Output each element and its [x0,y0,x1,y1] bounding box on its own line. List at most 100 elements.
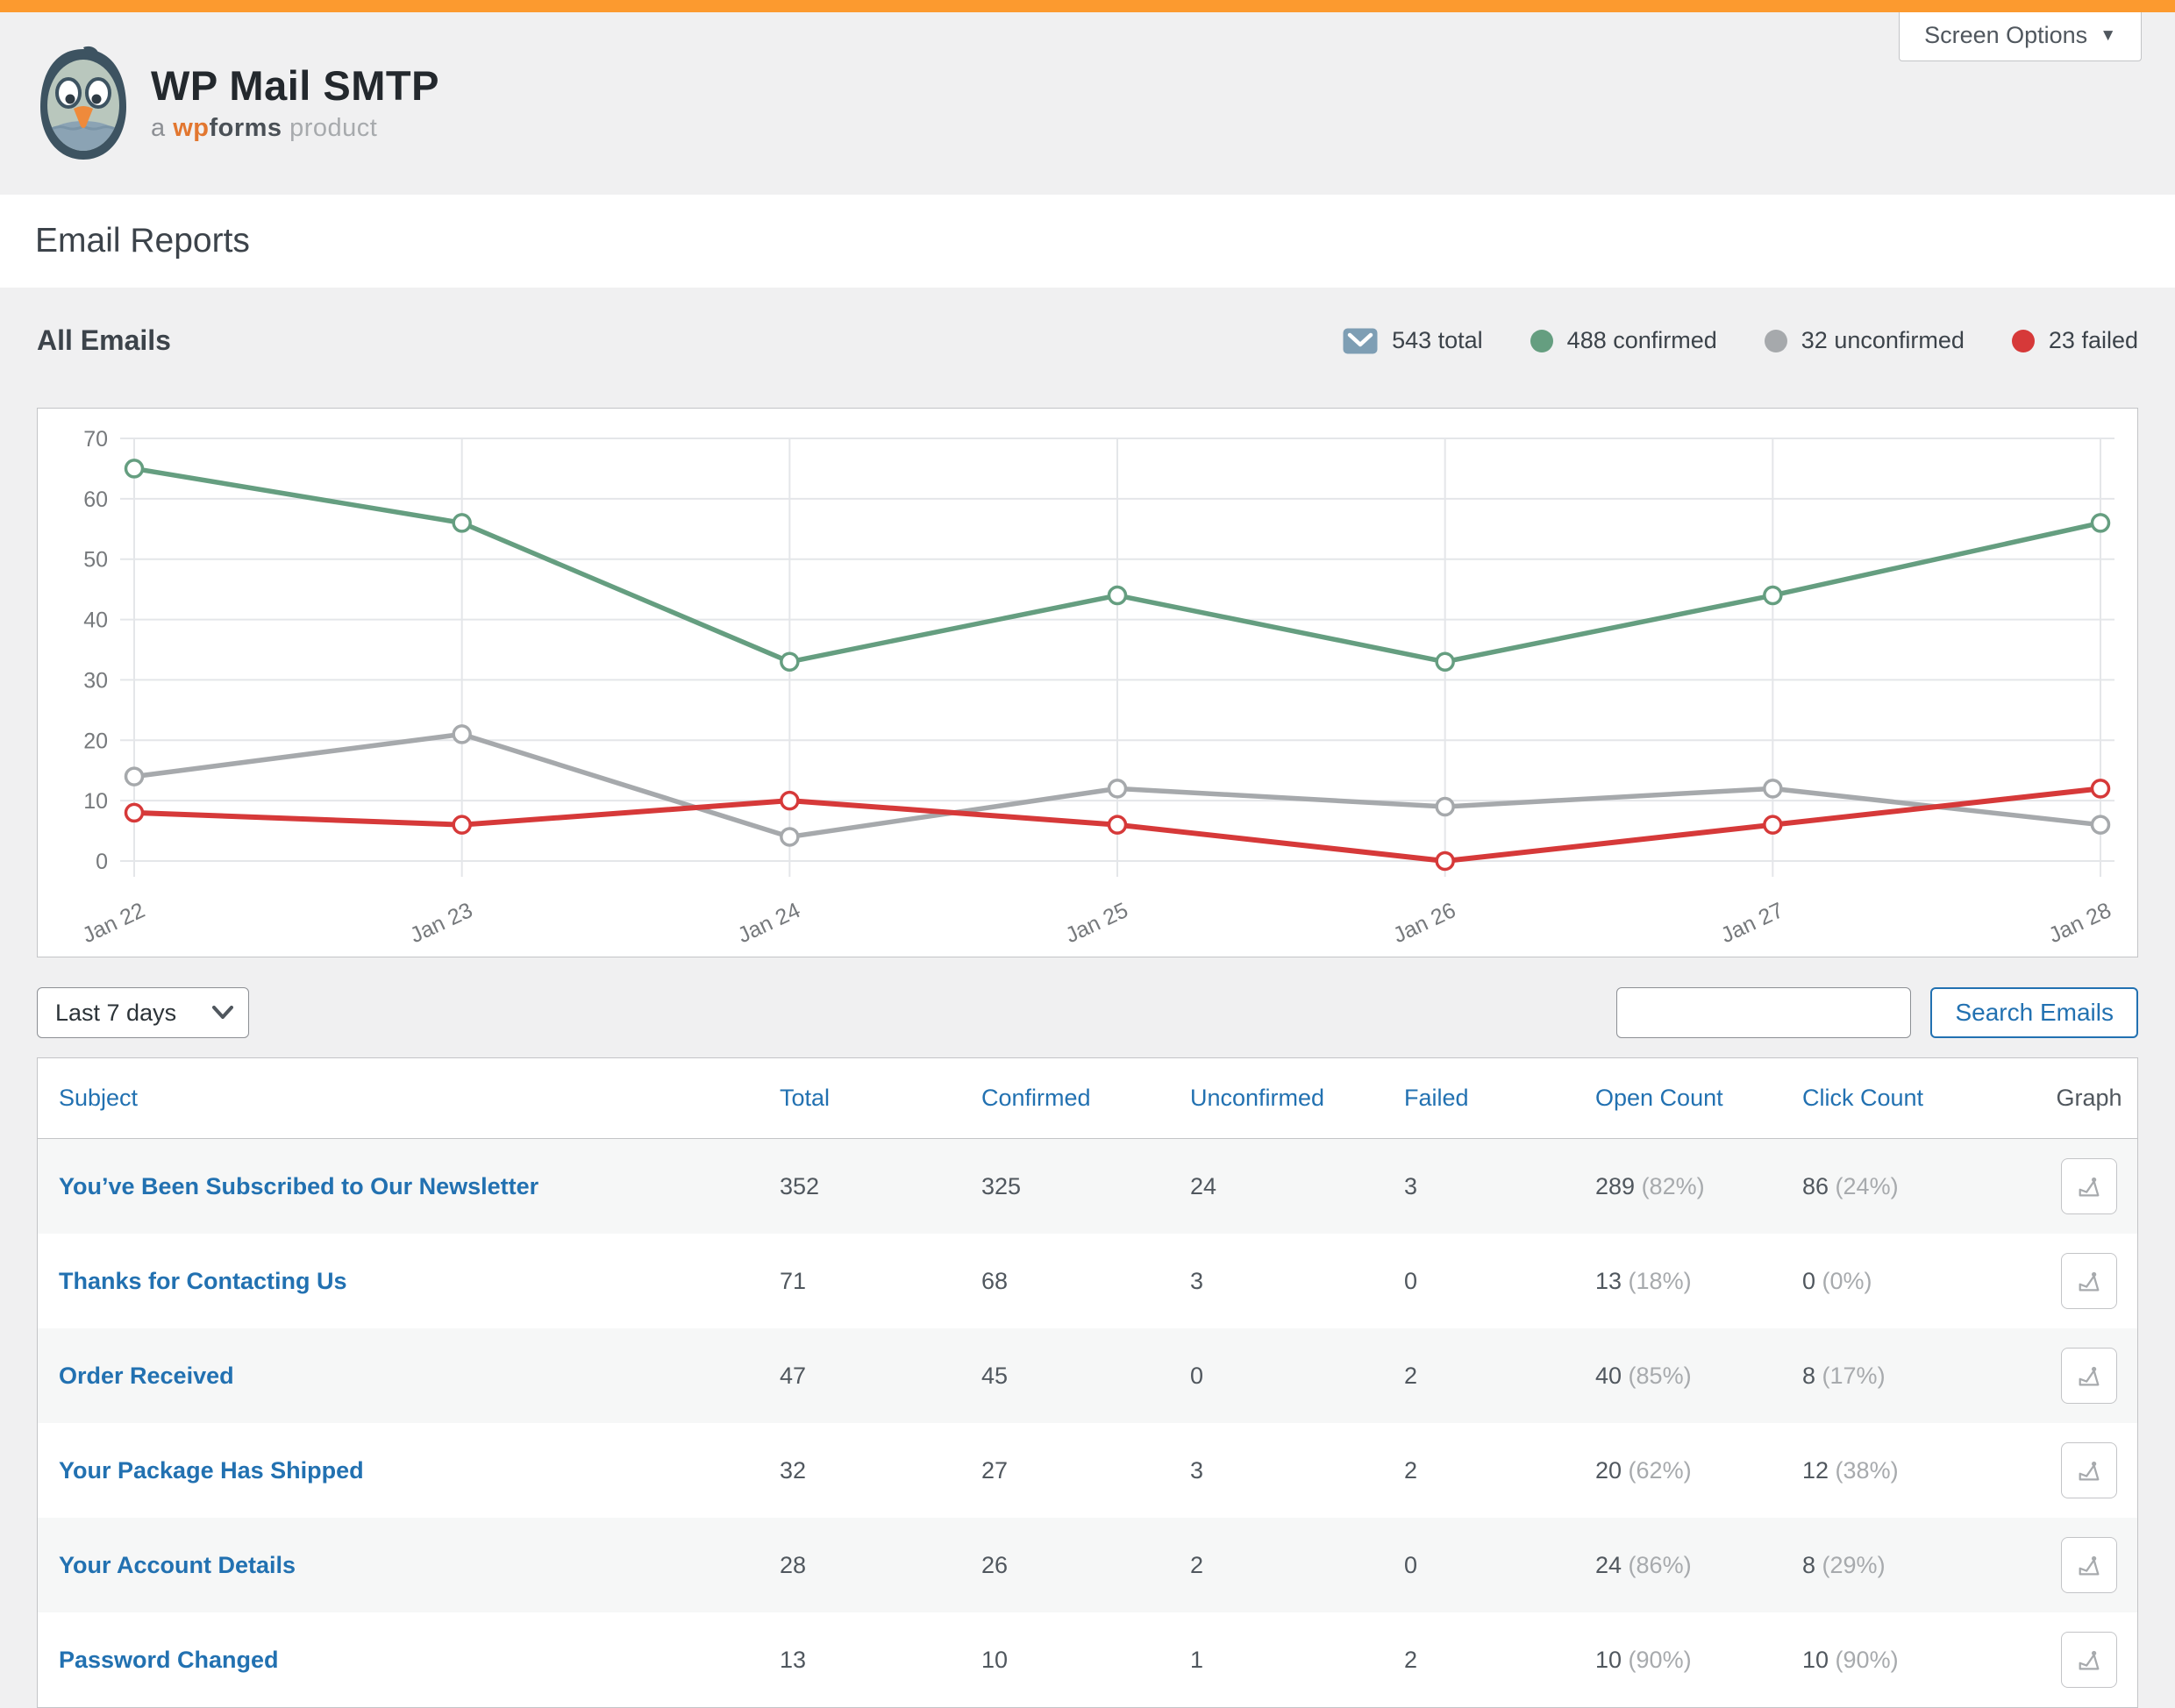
confirmed-dot-icon [1530,330,1553,352]
data-point-failed [781,793,798,809]
cell-subject: Password Changed [38,1647,780,1674]
email-subject-link[interactable]: Your Account Details [59,1552,296,1578]
cell-click-count: 12 (38%) [1802,1457,2041,1484]
open-count-value: 13 [1595,1268,1622,1294]
click-count-value: 12 [1802,1457,1829,1484]
failed-dot-icon [2012,330,2035,352]
click-count-value: 8 [1802,1552,1815,1578]
click-count-percent: (0%) [1815,1268,1872,1294]
cell-open-count: 20 (62%) [1595,1457,1802,1484]
open-count-value: 20 [1595,1457,1622,1484]
click-count-value: 10 [1802,1647,1829,1673]
date-range-select[interactable]: Last 7 days [37,987,249,1038]
svg-text:10: 10 [83,789,108,814]
emails-line-chart: 010203040506070Jan 22Jan 23Jan 24Jan 25J… [38,409,2137,957]
cell-click-count: 8 (17%) [1802,1363,2041,1390]
cell-failed: 2 [1404,1647,1595,1674]
data-point-failed [453,816,470,833]
svg-text:Jan 27: Jan 27 [1717,898,1787,948]
click-count-percent: (24%) [1829,1173,1899,1199]
mini-chart-icon [2076,1363,2102,1389]
svg-text:Jan 23: Jan 23 [406,898,476,948]
graph-button[interactable] [2061,1442,2117,1498]
page-title-band: Email Reports [0,195,2175,288]
column-header-total[interactable]: Total [780,1085,981,1112]
app-header: WP Mail SMTP a wpforms product [0,12,2175,195]
open-count-percent: (90%) [1622,1647,1692,1673]
click-count-value: 8 [1802,1363,1815,1389]
open-count-percent: (18%) [1622,1268,1692,1294]
email-subject-link[interactable]: Your Package Has Shipped [59,1457,364,1484]
cell-graph [2041,1158,2137,1214]
controls-row: Last 7 days Search Emails [37,987,2138,1038]
data-point-unconfirmed [1109,780,1126,797]
data-point-failed [1437,853,1453,870]
data-point-confirmed [781,653,798,670]
column-header-subject[interactable]: Subject [38,1085,780,1112]
table-header-row: SubjectTotalConfirmedUnconfirmedFailedOp… [38,1058,2137,1139]
data-point-unconfirmed [126,768,143,785]
cell-failed: 2 [1404,1363,1595,1390]
date-range-select-wrap: Last 7 days [37,987,249,1038]
click-count-percent: (17%) [1815,1363,1886,1389]
unconfirmed-dot-icon [1765,330,1787,352]
svg-text:50: 50 [83,548,108,573]
column-header-open[interactable]: Open Count [1595,1085,1802,1112]
cell-confirmed: 27 [981,1457,1190,1484]
svg-text:20: 20 [83,729,108,753]
svg-text:40: 40 [83,608,108,633]
page-title: Email Reports [35,222,250,260]
graph-button[interactable] [2061,1253,2117,1309]
cell-unconfirmed: 24 [1190,1173,1404,1200]
email-subject-link[interactable]: Password Changed [59,1647,279,1673]
cell-failed: 0 [1404,1268,1595,1295]
data-point-unconfirmed [2093,816,2109,833]
cell-confirmed: 325 [981,1173,1190,1200]
search-emails-button[interactable]: Search Emails [1930,987,2138,1038]
cell-open-count: 13 (18%) [1595,1268,1802,1295]
cell-subject: You’ve Been Subscribed to Our Newsletter [38,1173,780,1200]
graph-button[interactable] [2061,1632,2117,1688]
cell-click-count: 86 (24%) [1802,1173,2041,1200]
cell-unconfirmed: 3 [1190,1457,1404,1484]
tagline-prefix: a [151,114,166,142]
tagline-suffix: product [289,114,377,142]
column-header-confirmed[interactable]: Confirmed [981,1085,1190,1112]
legend-item: 32 unconfirmed [1765,327,1965,354]
email-subject-link[interactable]: Order Received [59,1363,234,1389]
cell-graph [2041,1442,2137,1498]
email-subject-link[interactable]: You’ve Been Subscribed to Our Newsletter [59,1173,538,1199]
search-group: Search Emails [1616,987,2138,1038]
column-header-unconfirmed[interactable]: Unconfirmed [1190,1085,1404,1112]
data-point-unconfirmed [453,726,470,743]
search-input[interactable] [1616,987,1911,1038]
svg-text:Jan 26: Jan 26 [1389,898,1459,948]
cell-graph [2041,1348,2137,1404]
cell-click-count: 8 (29%) [1802,1552,2041,1579]
open-count-value: 40 [1595,1363,1622,1389]
table-row: Your Account Details28262024 (86%)8 (29%… [38,1518,2137,1612]
cell-open-count: 10 (90%) [1595,1647,1802,1674]
graph-button[interactable] [2061,1158,2117,1214]
screen-options-button[interactable]: Screen Options ▼ [1899,12,2142,61]
cell-confirmed: 68 [981,1268,1190,1295]
mini-chart-icon [2076,1647,2102,1673]
cell-open-count: 289 (82%) [1595,1173,1802,1200]
svg-text:0: 0 [96,850,108,874]
app-tagline: a wpforms product [151,114,439,143]
column-header-failed[interactable]: Failed [1404,1085,1595,1112]
open-count-percent: (85%) [1622,1363,1692,1389]
cell-total: 352 [780,1173,981,1200]
cell-click-count: 10 (90%) [1802,1647,2041,1674]
column-header-click[interactable]: Click Count [1802,1085,2041,1112]
cell-subject: Your Package Has Shipped [38,1457,780,1484]
graph-button[interactable] [2061,1348,2117,1404]
chart-legend: 543 total488 confirmed32 unconfirmed23 f… [1343,327,2138,354]
graph-button[interactable] [2061,1537,2117,1593]
cell-open-count: 24 (86%) [1595,1552,1802,1579]
table-row: Thanks for Contacting Us71683013 (18%)0 … [38,1234,2137,1328]
data-point-confirmed [126,460,143,477]
svg-text:Jan 28: Jan 28 [2045,898,2115,948]
email-subject-link[interactable]: Thanks for Contacting Us [59,1268,347,1294]
mini-chart-icon [2076,1173,2102,1199]
